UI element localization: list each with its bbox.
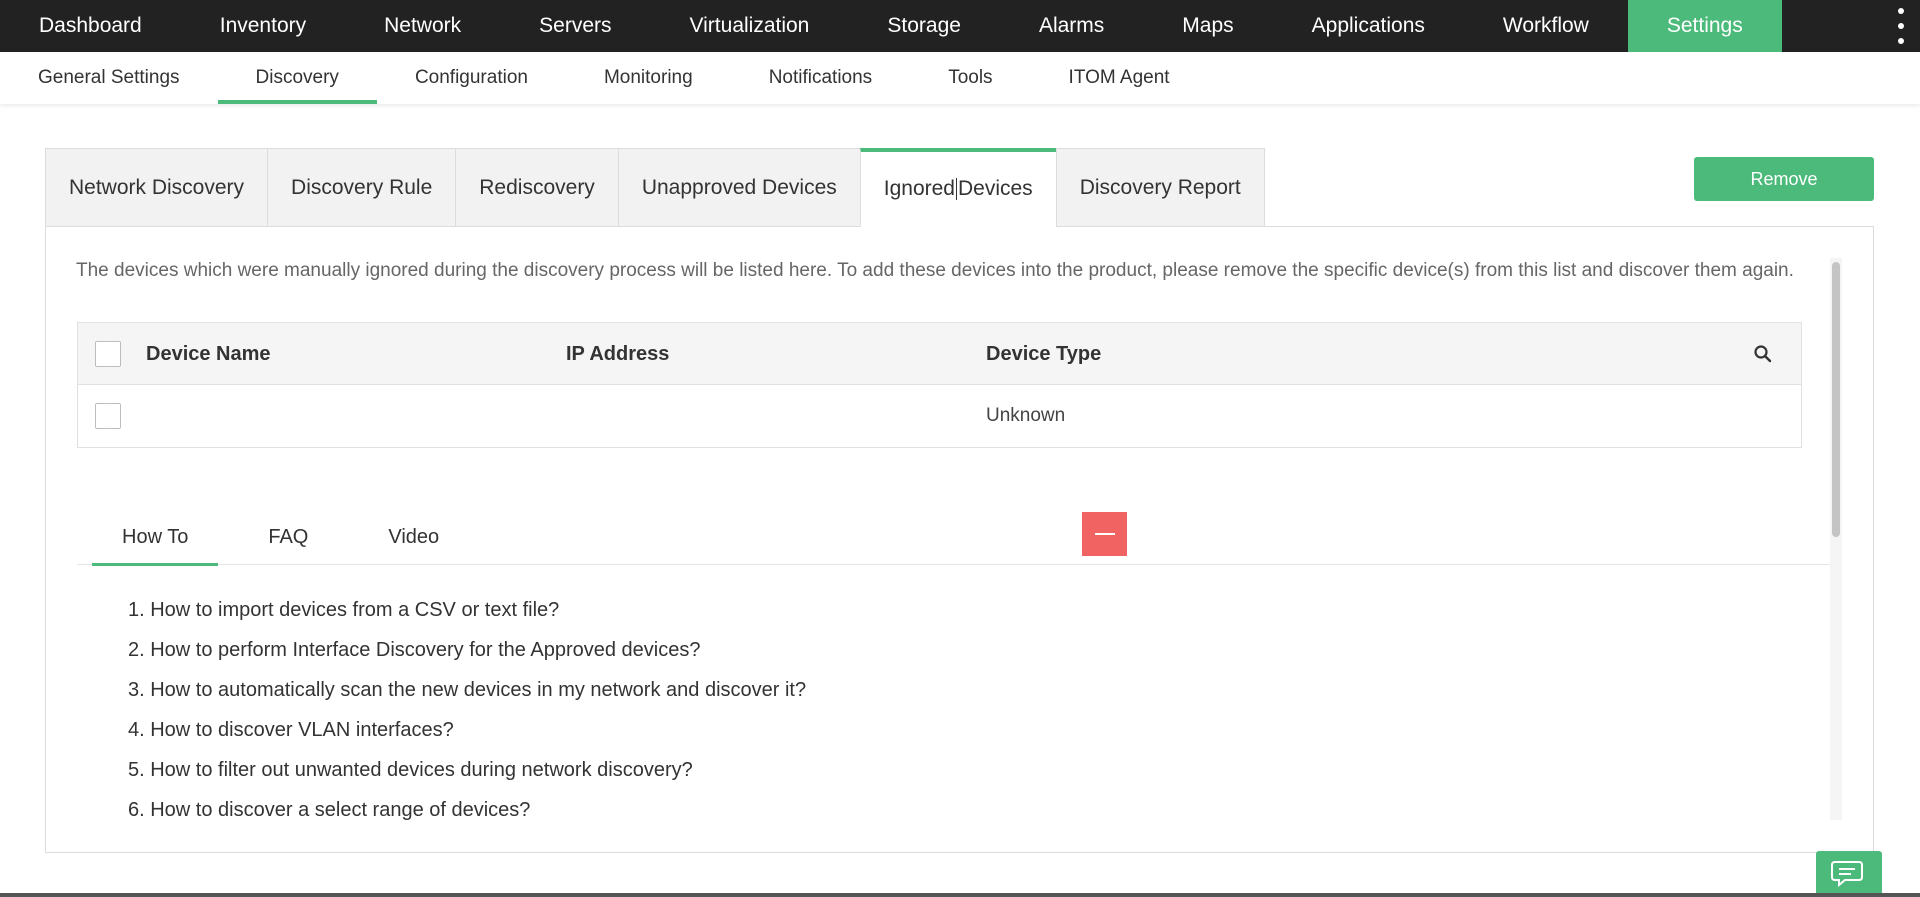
settings-subnav: General Settings Discovery Configuration… xyxy=(0,52,1920,104)
nav-dashboard[interactable]: Dashboard xyxy=(0,0,181,52)
scrollbar-thumb[interactable] xyxy=(1832,262,1840,537)
text-cursor xyxy=(955,178,957,200)
how-to-link[interactable]: 6. How to discover a select range of dev… xyxy=(128,790,806,830)
column-ip-address[interactable]: IP Address xyxy=(566,323,669,385)
column-device-name[interactable]: Device Name xyxy=(146,323,271,385)
nav-alarms[interactable]: Alarms xyxy=(1000,0,1143,52)
tab-network-discovery[interactable]: Network Discovery xyxy=(45,148,268,227)
tab-ignored-devices[interactable]: Ignored Devices xyxy=(859,148,1056,227)
cell-device-type: Unknown xyxy=(986,405,1066,426)
subnav-notifications[interactable]: Notifications xyxy=(731,52,911,104)
remove-button[interactable]: Remove xyxy=(1694,157,1874,201)
nav-maps[interactable]: Maps xyxy=(1143,0,1272,52)
tab-discovery-rule[interactable]: Discovery Rule xyxy=(267,148,456,227)
how-to-link[interactable]: 5. How to filter out unwanted devices du… xyxy=(128,750,806,790)
nav-virtualization[interactable]: Virtualization xyxy=(651,0,849,52)
subnav-general-settings[interactable]: General Settings xyxy=(0,52,218,104)
help-tabs: How To FAQ Video xyxy=(77,510,1832,566)
table-row: Unknown xyxy=(78,385,1801,447)
chat-button[interactable] xyxy=(1816,851,1882,897)
subnav-tools[interactable]: Tools xyxy=(910,52,1030,104)
how-to-link[interactable]: 1. How to import devices from a CSV or t… xyxy=(128,590,806,630)
nav-storage[interactable]: Storage xyxy=(848,0,1000,52)
kebab-dot xyxy=(1898,38,1904,44)
minus-icon xyxy=(1094,533,1115,535)
search-icon[interactable] xyxy=(1753,344,1773,364)
discovery-tabs: Network Discovery Discovery Rule Redisco… xyxy=(45,148,1265,227)
help-tab-video[interactable]: Video xyxy=(358,510,469,565)
nav-workflow[interactable]: Workflow xyxy=(1464,0,1628,52)
subnav-discovery[interactable]: Discovery xyxy=(217,52,378,104)
subnav-itom-agent[interactable]: ITOM Agent xyxy=(1031,52,1208,104)
kebab-dot xyxy=(1898,8,1904,14)
chat-icon xyxy=(1831,861,1863,888)
tab-ignored-devices-label-part1: Ignored xyxy=(883,177,955,200)
nav-applications[interactable]: Applications xyxy=(1273,0,1464,52)
nav-inventory[interactable]: Inventory xyxy=(181,0,345,52)
bottom-edge xyxy=(0,893,1920,897)
nav-settings[interactable]: Settings xyxy=(1627,0,1782,52)
select-all-checkbox[interactable] xyxy=(95,341,121,367)
how-to-link[interactable]: 3. How to automatically scan the new dev… xyxy=(128,670,806,710)
subnav-configuration[interactable]: Configuration xyxy=(377,52,566,104)
page-description: The devices which were manually ignored … xyxy=(76,260,1794,281)
tab-unapproved-devices[interactable]: Unapproved Devices xyxy=(617,148,860,227)
tab-ignored-devices-label-part2: Devices xyxy=(957,177,1033,200)
top-navigation: Dashboard Inventory Network Servers Virt… xyxy=(0,0,1920,52)
nav-network[interactable]: Network xyxy=(345,0,500,52)
how-to-list: 1. How to import devices from a CSV or t… xyxy=(128,590,806,830)
help-tab-faq[interactable]: FAQ xyxy=(238,510,338,565)
tab-rediscovery[interactable]: Rediscovery xyxy=(455,148,618,227)
column-device-type[interactable]: Device Type xyxy=(986,323,1101,385)
help-tab-how-to[interactable]: How To xyxy=(77,510,219,566)
how-to-link[interactable]: 4. How to discover VLAN interfaces? xyxy=(128,710,806,750)
tab-discovery-report[interactable]: Discovery Report xyxy=(1055,148,1265,227)
row-checkbox[interactable] xyxy=(95,403,121,429)
how-to-link[interactable]: 2. How to perform Interface Discovery fo… xyxy=(128,630,806,670)
ignored-devices-table: Device Name IP Address Device Type Unkno… xyxy=(77,322,1802,448)
subnav-monitoring[interactable]: Monitoring xyxy=(566,52,731,104)
kebab-dot xyxy=(1898,23,1904,29)
more-vertical-icon[interactable] xyxy=(1896,8,1906,44)
table-header: Device Name IP Address Device Type xyxy=(78,323,1801,385)
collapse-help-button[interactable] xyxy=(1082,512,1127,556)
nav-servers[interactable]: Servers xyxy=(500,0,650,52)
